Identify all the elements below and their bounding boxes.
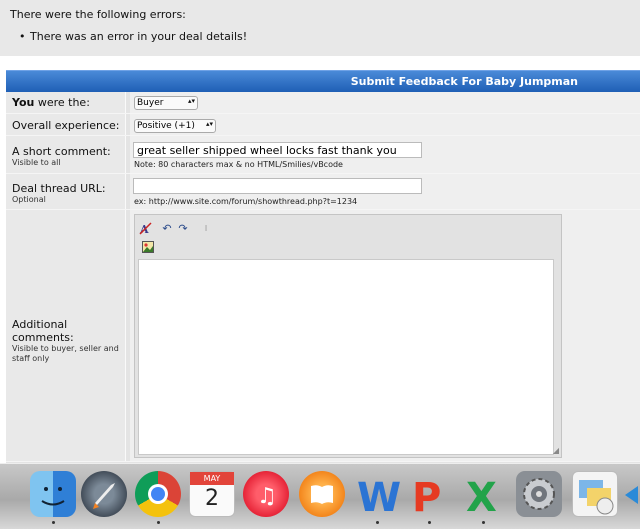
feedback-form: Submit Feedback For Baby Jumpman You wer… [6,70,640,470]
system-preferences-icon[interactable] [516,471,562,517]
deal-url-note: ex: http://www.site.com/forum/showthread… [134,197,358,206]
form-title: Submit Feedback For Baby Jumpman [350,75,578,88]
short-comment-sublabel: Visible to all [12,158,61,167]
deal-url-row: Deal thread URL: Optional ex: http://www… [6,174,640,210]
additional-value-cell: A ↶ ↷ ⁝ ◢ [130,210,640,461]
svg-text:W: W [357,475,400,517]
form-titlebar: Submit Feedback For Baby Jumpman [6,70,640,92]
deal-url-input[interactable] [133,178,422,194]
additional-sublabel: Visible to buyer, seller and staff only [12,344,119,363]
deal-url-value-cell: ex: http://www.site.com/forum/showthread… [130,174,640,209]
role-select[interactable]: Buyer [134,96,198,110]
preview-icon[interactable] [572,471,618,517]
role-label-cell: You were the: [6,92,126,113]
redo-icon[interactable]: ↷ [176,221,190,235]
additional-row: Additional comments: Visible to buyer, s… [6,210,640,462]
running-indicator [157,521,160,524]
error-list: There was an error in your deal details! [19,30,247,43]
short-comment-label: A short comment: [12,145,111,158]
experience-row: Overall experience: Positive (+1) ▴▾ [6,114,640,136]
role-label-bold: You [12,96,35,109]
experience-select[interactable]: Positive (+1) [134,119,216,133]
calendar-day: 2 [205,486,219,511]
error-box: There were the following errors: There w… [0,0,640,56]
svg-text:X: X [466,475,497,517]
calendar-month: MAY [190,472,234,485]
resize-grip-icon[interactable]: ◢ [553,446,559,455]
additional-label: Additional comments: [12,318,74,344]
role-label-rest: were the: [34,96,90,109]
finder-icon[interactable] [30,471,76,517]
short-comment-note: Note: 80 characters max & no HTML/Smilie… [134,160,343,169]
svg-text:P: P [412,475,441,517]
role-label: You were the: [12,92,125,109]
rich-text-editor: A ↶ ↷ ⁝ ◢ [134,214,562,458]
additional-label-cell: Additional comments: Visible to buyer, s… [6,210,126,461]
ibooks-icon[interactable] [299,471,345,517]
running-indicator [482,521,485,524]
role-row: You were the: Buyer ▴▾ [6,92,640,114]
running-indicator [428,521,431,524]
svg-text:♫: ♫ [257,484,277,509]
undo-icon[interactable]: ↶ [160,221,174,235]
remove-format-icon[interactable]: A [138,221,152,235]
toolbar-separator-icon: ⁝ [204,223,208,233]
short-comment-input[interactable] [133,142,422,158]
itunes-icon[interactable]: ♫ [243,471,289,517]
error-heading: There were the following errors: [10,8,186,21]
word-icon[interactable]: W [354,471,401,521]
running-indicator [376,521,379,524]
dock: MAY 2 ♫ W P X [0,463,640,529]
role-value-cell: Buyer ▴▾ [130,92,640,113]
experience-value-cell: Positive (+1) ▴▾ [130,114,640,135]
powerpoint-icon[interactable]: P [406,471,452,521]
short-comment-row: A short comment: Visible to all Note: 80… [6,136,640,174]
excel-icon[interactable]: X [460,471,506,521]
running-indicator [52,521,55,524]
deal-url-label: Deal thread URL: [12,182,106,195]
deal-url-sublabel: Optional [12,195,46,204]
error-item: There was an error in your deal details! [19,30,247,43]
experience-label: Overall experience: [12,119,120,132]
short-comment-value-cell: Note: 80 characters max & no HTML/Smilie… [130,136,640,173]
additional-comments-textarea[interactable] [138,259,554,455]
experience-label-cell: Overall experience: [6,114,126,135]
arrow-left-icon[interactable] [625,486,638,504]
insert-image-icon[interactable] [141,240,155,254]
chrome-icon[interactable] [135,471,181,517]
launchpad-icon[interactable] [81,471,127,517]
short-comment-label-cell: A short comment: Visible to all [6,136,126,173]
calendar-icon[interactable]: MAY 2 [189,471,235,517]
deal-url-label-cell: Deal thread URL: Optional [6,174,126,209]
